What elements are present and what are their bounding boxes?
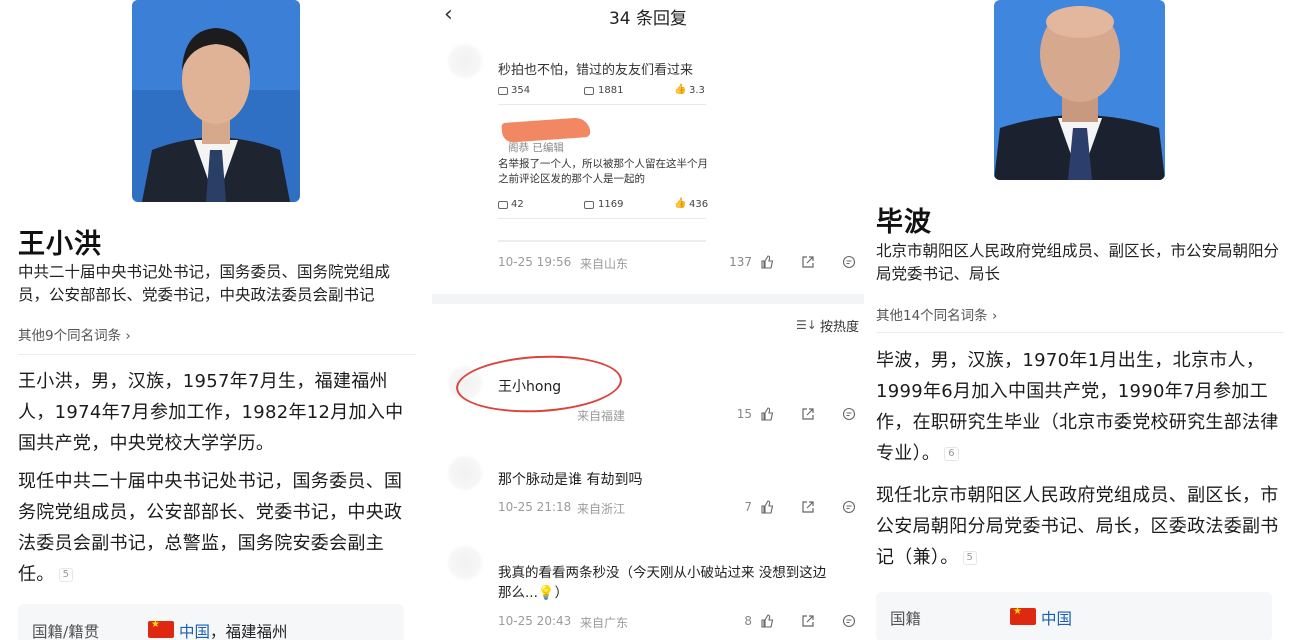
comment-location: 来自福建 <box>577 409 626 423</box>
hometown: ，福建福州 <box>210 623 288 640</box>
info-value: 中国，福建福州 <box>179 620 288 640</box>
section-separator <box>432 294 864 304</box>
bio-paragraph-1: 王小洪，男，汉族，1957年7月生，福建福州人，1974年7月参加工作，1982… <box>18 371 404 454</box>
divider <box>876 332 1284 333</box>
divider <box>498 104 706 105</box>
reply-icon[interactable] <box>842 255 856 269</box>
other-entries-link[interactable]: 其他14个同名词条 › <box>876 304 997 324</box>
sort-by-hot-button[interactable]: 按热度 <box>820 316 859 335</box>
citation-ref[interactable]: 5 <box>962 551 978 565</box>
like-count: 436 <box>689 199 709 210</box>
cropped-toolbar <box>498 240 706 242</box>
comment-time: 10-25 19:56 <box>498 255 572 269</box>
like-icon[interactable] <box>760 614 774 628</box>
comment-icon <box>584 201 594 209</box>
like-icon[interactable] <box>760 407 774 421</box>
thumbs-up-icon: 👍 <box>674 198 687 209</box>
comment-count: 1169 <box>598 199 624 210</box>
info-value: 中国 <box>1041 607 1072 629</box>
reply-count-title: 34 条回复 <box>608 9 688 29</box>
repost-count: 354 <box>511 85 531 96</box>
person-name: 王小洪 <box>18 229 102 260</box>
sort-icon[interactable]: ☰↓ <box>796 318 817 332</box>
share-icon[interactable] <box>801 500 815 514</box>
divider <box>498 218 706 219</box>
bio-paragraph-1: 毕波，男，汉族，1970年1月出生，北京市人，1999年6月加入中国共产党，19… <box>876 345 1288 469</box>
repost-icon <box>498 87 508 95</box>
avatar <box>448 456 482 490</box>
comment-location: 来自浙江 <box>577 502 626 516</box>
repost-count: 42 <box>511 199 524 210</box>
info-label: 国籍 <box>890 610 922 628</box>
reply-icon[interactable] <box>842 407 856 421</box>
comment-time: 10-25 20:43 <box>498 614 572 628</box>
comment-like-count: 8 <box>744 614 752 628</box>
comment-like-count: 7 <box>744 500 752 514</box>
portrait-photo <box>994 0 1165 180</box>
comment-text-line-2: 那么...💡） <box>498 585 569 601</box>
citation-ref[interactable]: 6 <box>944 447 959 461</box>
embedded-post-line-2: 之前评论区发的那个人是一起的 <box>498 173 645 185</box>
china-flag-icon <box>148 619 174 638</box>
portrait-photo <box>132 0 300 202</box>
person-title: 北京市朝阳区人民政府党组成员、副区长，市公安局朝阳分局党委书记、局长 <box>876 242 1280 283</box>
reply-icon[interactable] <box>842 614 856 628</box>
bio-paragraph-1-text: 毕波，男，汉族，1970年1月出生，北京市人，1999年6月加入中国共产党，19… <box>876 350 1279 464</box>
china-flag-icon <box>1010 606 1036 625</box>
comment-count: 1881 <box>598 85 624 96</box>
comment-location: 来自广东 <box>580 616 629 630</box>
comment-location: 来自山东 <box>580 257 629 271</box>
like-icon[interactable] <box>760 255 774 269</box>
embedded-username: 阁恭 已编辑 <box>508 142 564 154</box>
comment-text: 那个脉动是谁 有劫到吗 <box>498 472 643 488</box>
citation-ref[interactable]: 5 <box>58 568 74 582</box>
comment-like-count: 15 <box>736 407 752 421</box>
divider <box>18 354 416 355</box>
comment-text-line-1: 我真的看看两条秒没（今天刚从小破站过来 没想到这边 <box>498 565 827 581</box>
thumbs-up-icon: 👍 <box>674 84 687 95</box>
country-link[interactable]: 中国 <box>1041 610 1072 628</box>
info-label: 国籍/籍贯 <box>32 623 100 640</box>
other-entries-link[interactable]: 其他9个同名词条 › <box>18 324 131 344</box>
reply-icon[interactable] <box>842 500 856 514</box>
bio-paragraph-2-text: 现任中共二十届中央书记处书记，国务委员、国务院党组成员，公安部部长、党委书记，中… <box>18 471 403 585</box>
right-profile-panel: 毕波 北京市朝阳区人民政府党组成员、副区长，市公安局朝阳分局党委书记、局长 其他… <box>864 0 1296 640</box>
person-name: 毕波 <box>876 207 932 238</box>
share-icon[interactable] <box>801 255 815 269</box>
like-count: 3.3 <box>689 85 705 96</box>
like-icon[interactable] <box>760 500 774 514</box>
repost-icon <box>498 201 508 209</box>
comment-time: 10-25 21:18 <box>498 500 572 514</box>
person-title: 中共二十届中央书记处书记，国务委员、国务院党组成员，公安部部长、党委书记，中央政… <box>18 263 391 304</box>
country-link[interactable]: 中国 <box>179 623 210 640</box>
embedded-post-line-1: 名举报了一个人，所以被那个人留在这半个月 <box>498 158 708 170</box>
bio-paragraph-2: 现任中共二十届中央书记处书记，国务委员、国务院党组成员，公安部部长、党委书记，中… <box>18 466 418 590</box>
comment-like-count: 137 <box>729 255 752 269</box>
bio-paragraph-2: 现任北京市朝阳区人民政府党组成员、副区长，市公安局朝阳分局党委书记、局长，区委政… <box>876 480 1288 573</box>
info-box <box>876 592 1272 640</box>
bio-paragraph-2-text: 现任北京市朝阳区人民政府党组成员、副区长，市公安局朝阳分局党委书记、局长，区委政… <box>876 485 1279 568</box>
embedded-post-text: 秒拍也不怕，错过的友友们看过来 <box>498 63 694 78</box>
avatar <box>448 44 482 78</box>
avatar <box>448 546 482 580</box>
comment-icon <box>584 87 594 95</box>
left-profile-panel: 王小洪 中共二十届中央书记处书记，国务委员、国务院党组成员，公安部部长、党委书记… <box>0 0 432 640</box>
share-icon[interactable] <box>801 407 815 421</box>
share-icon[interactable] <box>801 614 815 628</box>
